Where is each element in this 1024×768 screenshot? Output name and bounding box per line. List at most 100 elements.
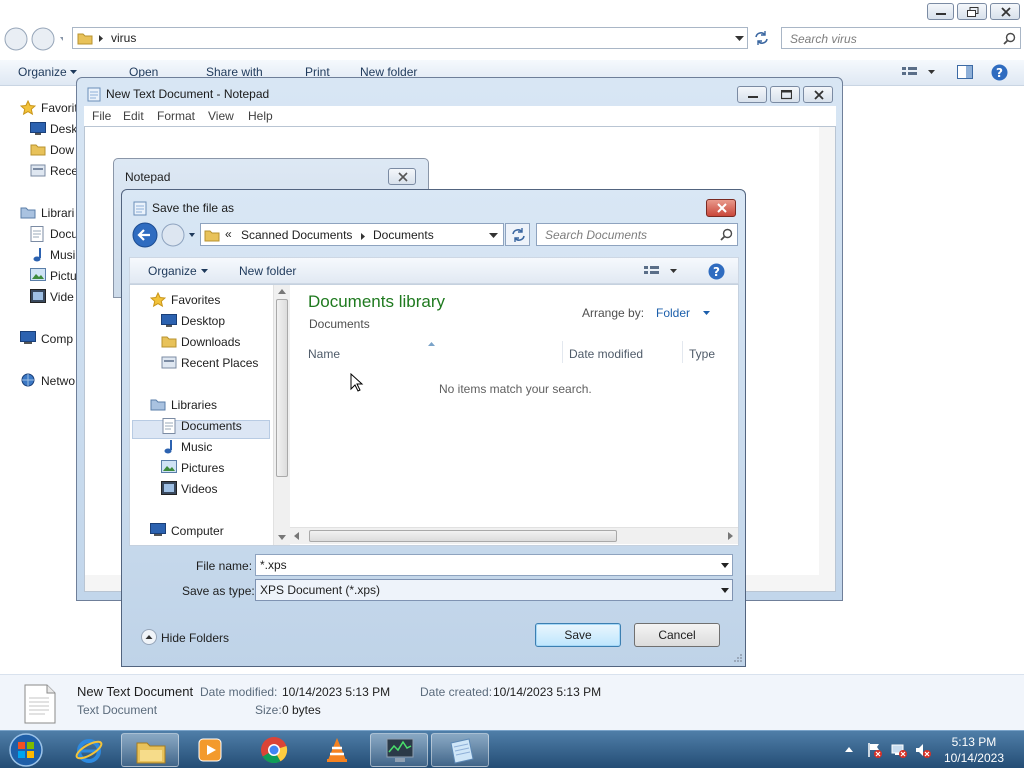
nav-computer[interactable]: Comp	[41, 332, 73, 346]
taskbar-chrome[interactable]	[245, 733, 303, 767]
column-date-modified[interactable]: Date modified	[569, 347, 643, 361]
chevron-down-icon[interactable]	[489, 233, 498, 239]
message-box-close-button[interactable]	[388, 168, 416, 185]
dialog-title: Save the file as	[152, 201, 235, 215]
start-button-icon[interactable]	[6, 732, 46, 768]
taskbar-windows-explorer[interactable]	[121, 733, 179, 767]
nav-recent-places[interactable]: Rece	[50, 164, 78, 178]
view-options-icon[interactable]	[644, 265, 680, 277]
tree-vertical-scrollbar[interactable]	[273, 285, 290, 545]
dialog-organize-menu[interactable]: Organize	[148, 264, 197, 278]
dialog-address-bar[interactable]: « Scanned Documents Documents	[200, 223, 504, 246]
tree-scroll-thumb[interactable]	[276, 299, 288, 477]
tree-recent-places[interactable]: Recent Places	[181, 356, 258, 370]
scroll-up-icon[interactable]	[278, 289, 286, 294]
scroll-right-icon[interactable]	[728, 532, 733, 540]
cancel-button[interactable]: Cancel	[634, 623, 720, 647]
scroll-left-icon[interactable]	[294, 532, 299, 540]
volume-icon[interactable]	[915, 742, 931, 758]
chevron-down-icon[interactable]	[721, 563, 729, 568]
chevron-down-icon[interactable]	[735, 36, 744, 42]
dialog-close-button[interactable]	[706, 199, 736, 217]
restore-button[interactable]	[957, 3, 987, 20]
music-icon	[164, 440, 172, 454]
notepad-maximize-button[interactable]	[770, 86, 800, 103]
nav-libraries[interactable]: Librari	[41, 206, 74, 220]
column-name[interactable]: Name	[308, 347, 340, 361]
notepad-close-button[interactable]	[803, 86, 833, 103]
breadcrumb-prefix[interactable]: «	[225, 227, 232, 241]
file-name: New Text Document	[77, 684, 194, 699]
file-name-value: *.xps	[260, 558, 287, 572]
taskbar-task-manager[interactable]	[370, 733, 428, 767]
nav-music[interactable]: Musi	[50, 248, 75, 262]
taskbar-media-player[interactable]	[181, 733, 239, 767]
tree-pictures[interactable]: Pictures	[181, 461, 224, 475]
chevron-down-icon[interactable]	[703, 311, 710, 315]
tree-documents[interactable]: Documents	[181, 419, 242, 433]
file-list-scroll-thumb[interactable]	[309, 530, 617, 542]
tree-favorites[interactable]: Favorites	[171, 293, 220, 307]
file-name-input[interactable]: *.xps	[255, 554, 733, 576]
chevron-down-icon[interactable]	[721, 588, 729, 593]
close-button[interactable]	[990, 3, 1020, 20]
tree-desktop[interactable]: Desktop	[181, 314, 225, 328]
nav-desktop[interactable]: Desk	[50, 122, 77, 136]
menu-view[interactable]: View	[208, 109, 234, 123]
notepad-minimize-button[interactable]	[737, 86, 767, 103]
menu-file[interactable]: File	[92, 109, 111, 123]
nav-documents[interactable]: Docu	[50, 227, 78, 241]
tree-videos[interactable]: Videos	[181, 482, 217, 496]
notepad-vertical-scrollbar[interactable]	[819, 127, 835, 591]
preview-pane-icon[interactable]	[957, 65, 973, 80]
tree-music[interactable]: Music	[181, 440, 212, 454]
help-icon[interactable]: ?	[708, 263, 725, 280]
arrange-by-dropdown[interactable]: Folder	[656, 306, 690, 320]
minimize-button[interactable]	[927, 3, 954, 20]
hide-folders-button[interactable]: Hide Folders	[161, 631, 229, 645]
tree-downloads[interactable]: Downloads	[181, 335, 240, 349]
resize-grip-icon[interactable]	[733, 653, 743, 663]
refresh-icon[interactable]	[753, 30, 770, 46]
scroll-down-icon[interactable]	[278, 535, 286, 540]
nav-favorites[interactable]: Favorit	[41, 101, 78, 115]
nav-downloads[interactable]: Dow	[50, 143, 74, 157]
breadcrumb-scanned-documents[interactable]: Scanned Documents	[241, 228, 352, 242]
address-folder: virus	[111, 31, 137, 45]
mouse-cursor-icon	[350, 373, 364, 392]
nav-pictures[interactable]: Pictu	[50, 269, 77, 283]
help-icon[interactable]: ?	[991, 64, 1008, 81]
taskbar-internet-explorer[interactable]	[60, 733, 118, 767]
save-as-type-select[interactable]: XPS Document (*.xps)	[255, 579, 733, 601]
text-file-icon	[24, 684, 56, 724]
action-center-flag-icon[interactable]	[866, 742, 882, 758]
view-options-icon[interactable]	[902, 66, 936, 78]
breadcrumb-documents[interactable]: Documents	[373, 228, 434, 242]
chevron-down-icon	[201, 269, 208, 273]
show-hidden-icons-icon[interactable]	[845, 746, 853, 752]
taskbar-vlc[interactable]	[308, 733, 366, 767]
tree-computer[interactable]: Computer	[171, 524, 224, 538]
tree-libraries[interactable]: Libraries	[171, 398, 217, 412]
library-title: Documents library	[308, 292, 445, 311]
organize-menu[interactable]: Organize	[18, 65, 67, 79]
menu-help[interactable]: Help	[248, 109, 273, 123]
nav-videos[interactable]: Vide	[50, 290, 74, 304]
search-input[interactable]: Search virus	[781, 27, 1021, 49]
dialog-search-input[interactable]: Search Documents	[536, 223, 738, 246]
back-forward-icon[interactable]	[3, 26, 63, 52]
back-forward-icon[interactable]	[131, 221, 197, 249]
column-type[interactable]: Type	[689, 347, 715, 361]
menu-edit[interactable]: Edit	[123, 109, 144, 123]
taskbar-clock[interactable]: 5:13 PM 10/14/2023	[944, 734, 1004, 766]
nav-network[interactable]: Netwo	[41, 374, 75, 388]
taskbar-notepad[interactable]	[431, 733, 489, 767]
dialog-refresh-button[interactable]	[505, 223, 530, 246]
address-bar[interactable]: virus	[72, 27, 748, 49]
save-button[interactable]: Save	[535, 623, 621, 647]
menu-format[interactable]: Format	[157, 109, 195, 123]
network-status-icon[interactable]	[891, 742, 907, 758]
file-list-horizontal-scrollbar[interactable]	[290, 527, 738, 544]
dialog-new-folder-button[interactable]: New folder	[239, 264, 296, 278]
hide-folders-icon[interactable]	[141, 629, 157, 645]
